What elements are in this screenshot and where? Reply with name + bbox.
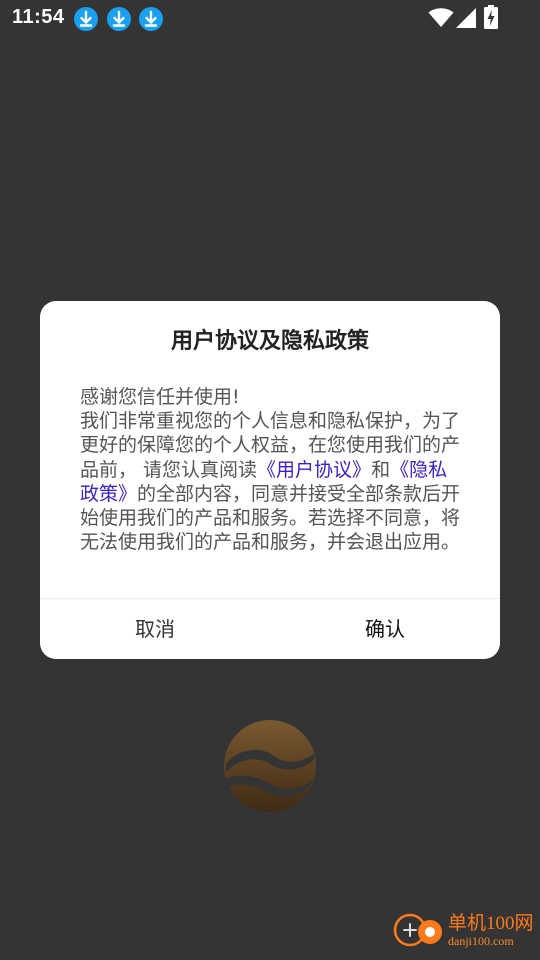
watermark-brand: 单机100网 xyxy=(448,913,534,934)
user-agreement-link[interactable]: 《用户协议》 xyxy=(257,459,371,481)
dialog-body-text: 的全部内容，同意并接受全部条款后开始使用我们的产品和服务。若选择不同意，将无法使… xyxy=(80,482,461,554)
status-bar: 11:54 xyxy=(0,0,540,36)
download-icon xyxy=(107,7,131,31)
dialog-body: 感谢您信任并使用! 我们非常重视您的个人信息和隐私保护，为了更好的保障您的个人权… xyxy=(80,385,464,554)
wifi-icon xyxy=(428,8,454,27)
status-time: 11:54 xyxy=(12,6,65,28)
download-icon xyxy=(139,7,163,31)
battery-charging-icon xyxy=(484,5,498,29)
dialog-title: 用户协议及隐私政策 xyxy=(170,329,369,354)
watermark-logo-icon xyxy=(393,913,442,947)
dialog-greeting: 感谢您信任并使用! xyxy=(80,386,240,408)
download-icon xyxy=(74,7,98,31)
app-logo xyxy=(224,720,316,812)
dialog-body-text: 和 xyxy=(371,458,391,481)
cancel-button[interactable]: 取消 xyxy=(40,599,270,659)
privacy-dialog: 用户协议及隐私政策 感谢您信任并使用! 我们非常重视您的个人信息和隐私保护，为了… xyxy=(40,301,500,659)
cellular-signal-icon xyxy=(456,8,476,28)
confirm-button[interactable]: 确认 xyxy=(270,599,500,659)
watermark-domain: danji100.com xyxy=(448,934,514,948)
watermark: 单机100网 danji100.com xyxy=(384,902,534,958)
